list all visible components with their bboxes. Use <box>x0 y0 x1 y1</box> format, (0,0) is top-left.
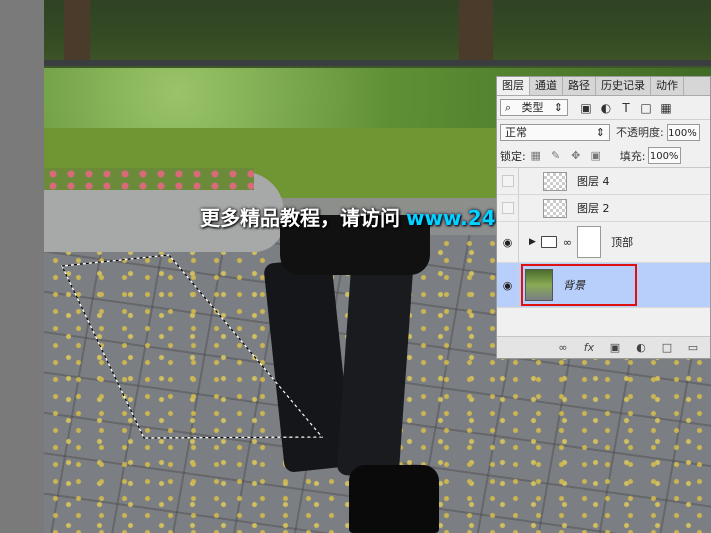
filter-row: ⌕ 类型 ⇕ ▣ ◐ T □ ▦ <box>497 96 710 120</box>
fx-icon[interactable]: fx <box>576 341 602 354</box>
left-gutter <box>0 0 44 533</box>
folder-icon <box>540 236 557 248</box>
tab-actions[interactable]: 动作 <box>651 77 684 95</box>
chevron-updown-icon: ⇕ <box>595 125 605 139</box>
type-filter-icon[interactable]: T <box>616 101 636 115</box>
filter-kind-label: 类型 <box>521 101 544 114</box>
new-layer-icon[interactable]: ▭ <box>680 341 706 354</box>
search-icon: ⌕ <box>505 101 512 114</box>
lock-label: 锁定: <box>500 149 526 163</box>
layer-group-row[interactable]: ◉ ▶ ∞ 顶部 <box>497 222 710 263</box>
layers-panel: 图层 通道 路径 历史记录 动作 ⌕ 类型 ⇕ ▣ ◐ T □ ▦ 正常 ⇕ 不… <box>496 76 711 359</box>
eye-icon: ◉ <box>502 278 513 292</box>
blend-row: 正常 ⇕ 不透明度: 100% <box>497 120 710 144</box>
layer-name: 图层 2 <box>577 202 610 215</box>
opacity-label: 不透明度: <box>616 126 664 139</box>
eye-icon: ◉ <box>502 235 513 249</box>
layer-name: 顶部 <box>611 236 634 249</box>
lock-transparent-icon[interactable]: ▦ <box>526 149 546 162</box>
blend-mode-select[interactable]: 正常 ⇕ <box>500 123 610 141</box>
layer-list: 图层 4 图层 2 ◉ ▶ ∞ 顶部 ◉ 背景 <box>497 168 710 308</box>
tab-paths[interactable]: 路径 <box>563 77 596 95</box>
new-group-icon[interactable]: □ <box>654 341 680 354</box>
layer-mask-thumbnail[interactable] <box>577 226 602 258</box>
expand-arrow-icon[interactable]: ▶ <box>529 237 536 247</box>
lock-row: 锁定: ▦ ✎ ✥ ▣ 填充: 100% <box>497 144 710 168</box>
panel-tabs: 图层 通道 路径 历史记录 动作 <box>497 77 710 96</box>
panel-bottom-bar: ∞ fx ▣ ◐ □ ▭ <box>497 336 710 358</box>
layer-row[interactable]: 图层 2 <box>497 195 710 222</box>
layer-thumbnail <box>543 198 567 218</box>
watermark-text: 更多精品教程，请访问 <box>200 206 400 230</box>
add-mask-icon[interactable]: ▣ <box>602 341 628 354</box>
layer-thumbnail <box>543 171 567 191</box>
visibility-toggle[interactable] <box>497 168 519 194</box>
highlight-box <box>521 264 637 306</box>
lock-all-icon[interactable]: ▣ <box>586 149 606 162</box>
visibility-toggle[interactable]: ◉ <box>497 263 519 307</box>
opacity-field[interactable]: 100% <box>666 123 700 141</box>
filter-icons: ▣ ◐ T □ ▦ <box>576 101 676 115</box>
blend-mode-label: 正常 <box>505 125 527 139</box>
tab-history[interactable]: 历史记录 <box>596 77 651 95</box>
chain-link-icon[interactable]: ∞ <box>563 236 572 249</box>
smart-object-filter-icon[interactable]: ▦ <box>656 101 676 115</box>
adjustment-layer-icon[interactable]: ◐ <box>628 341 654 354</box>
visibility-toggle[interactable]: ◉ <box>497 222 519 262</box>
layer-row-selected[interactable]: ◉ 背景 <box>497 263 710 308</box>
lock-position-icon[interactable]: ✥ <box>566 149 586 162</box>
tab-layers[interactable]: 图层 <box>497 77 530 95</box>
tab-channels[interactable]: 通道 <box>530 77 563 95</box>
layer-name: 图层 4 <box>577 175 610 188</box>
fill-field[interactable]: 100% <box>648 147 682 164</box>
link-layers-icon[interactable]: ∞ <box>550 341 576 354</box>
eye-off-icon <box>501 202 514 214</box>
chevron-updown-icon: ⇕ <box>553 101 563 114</box>
image-filter-icon[interactable]: ▣ <box>576 101 596 115</box>
filter-kind-select[interactable]: ⌕ 类型 ⇕ <box>500 99 568 116</box>
fill-label: 填充: <box>619 149 646 163</box>
lock-image-icon[interactable]: ✎ <box>546 149 566 162</box>
visibility-toggle[interactable] <box>497 195 519 221</box>
layer-row[interactable]: 图层 4 <box>497 168 710 195</box>
eye-off-icon <box>501 175 514 187</box>
shape-filter-icon[interactable]: □ <box>636 101 656 115</box>
adjustment-filter-icon[interactable]: ◐ <box>596 101 616 115</box>
